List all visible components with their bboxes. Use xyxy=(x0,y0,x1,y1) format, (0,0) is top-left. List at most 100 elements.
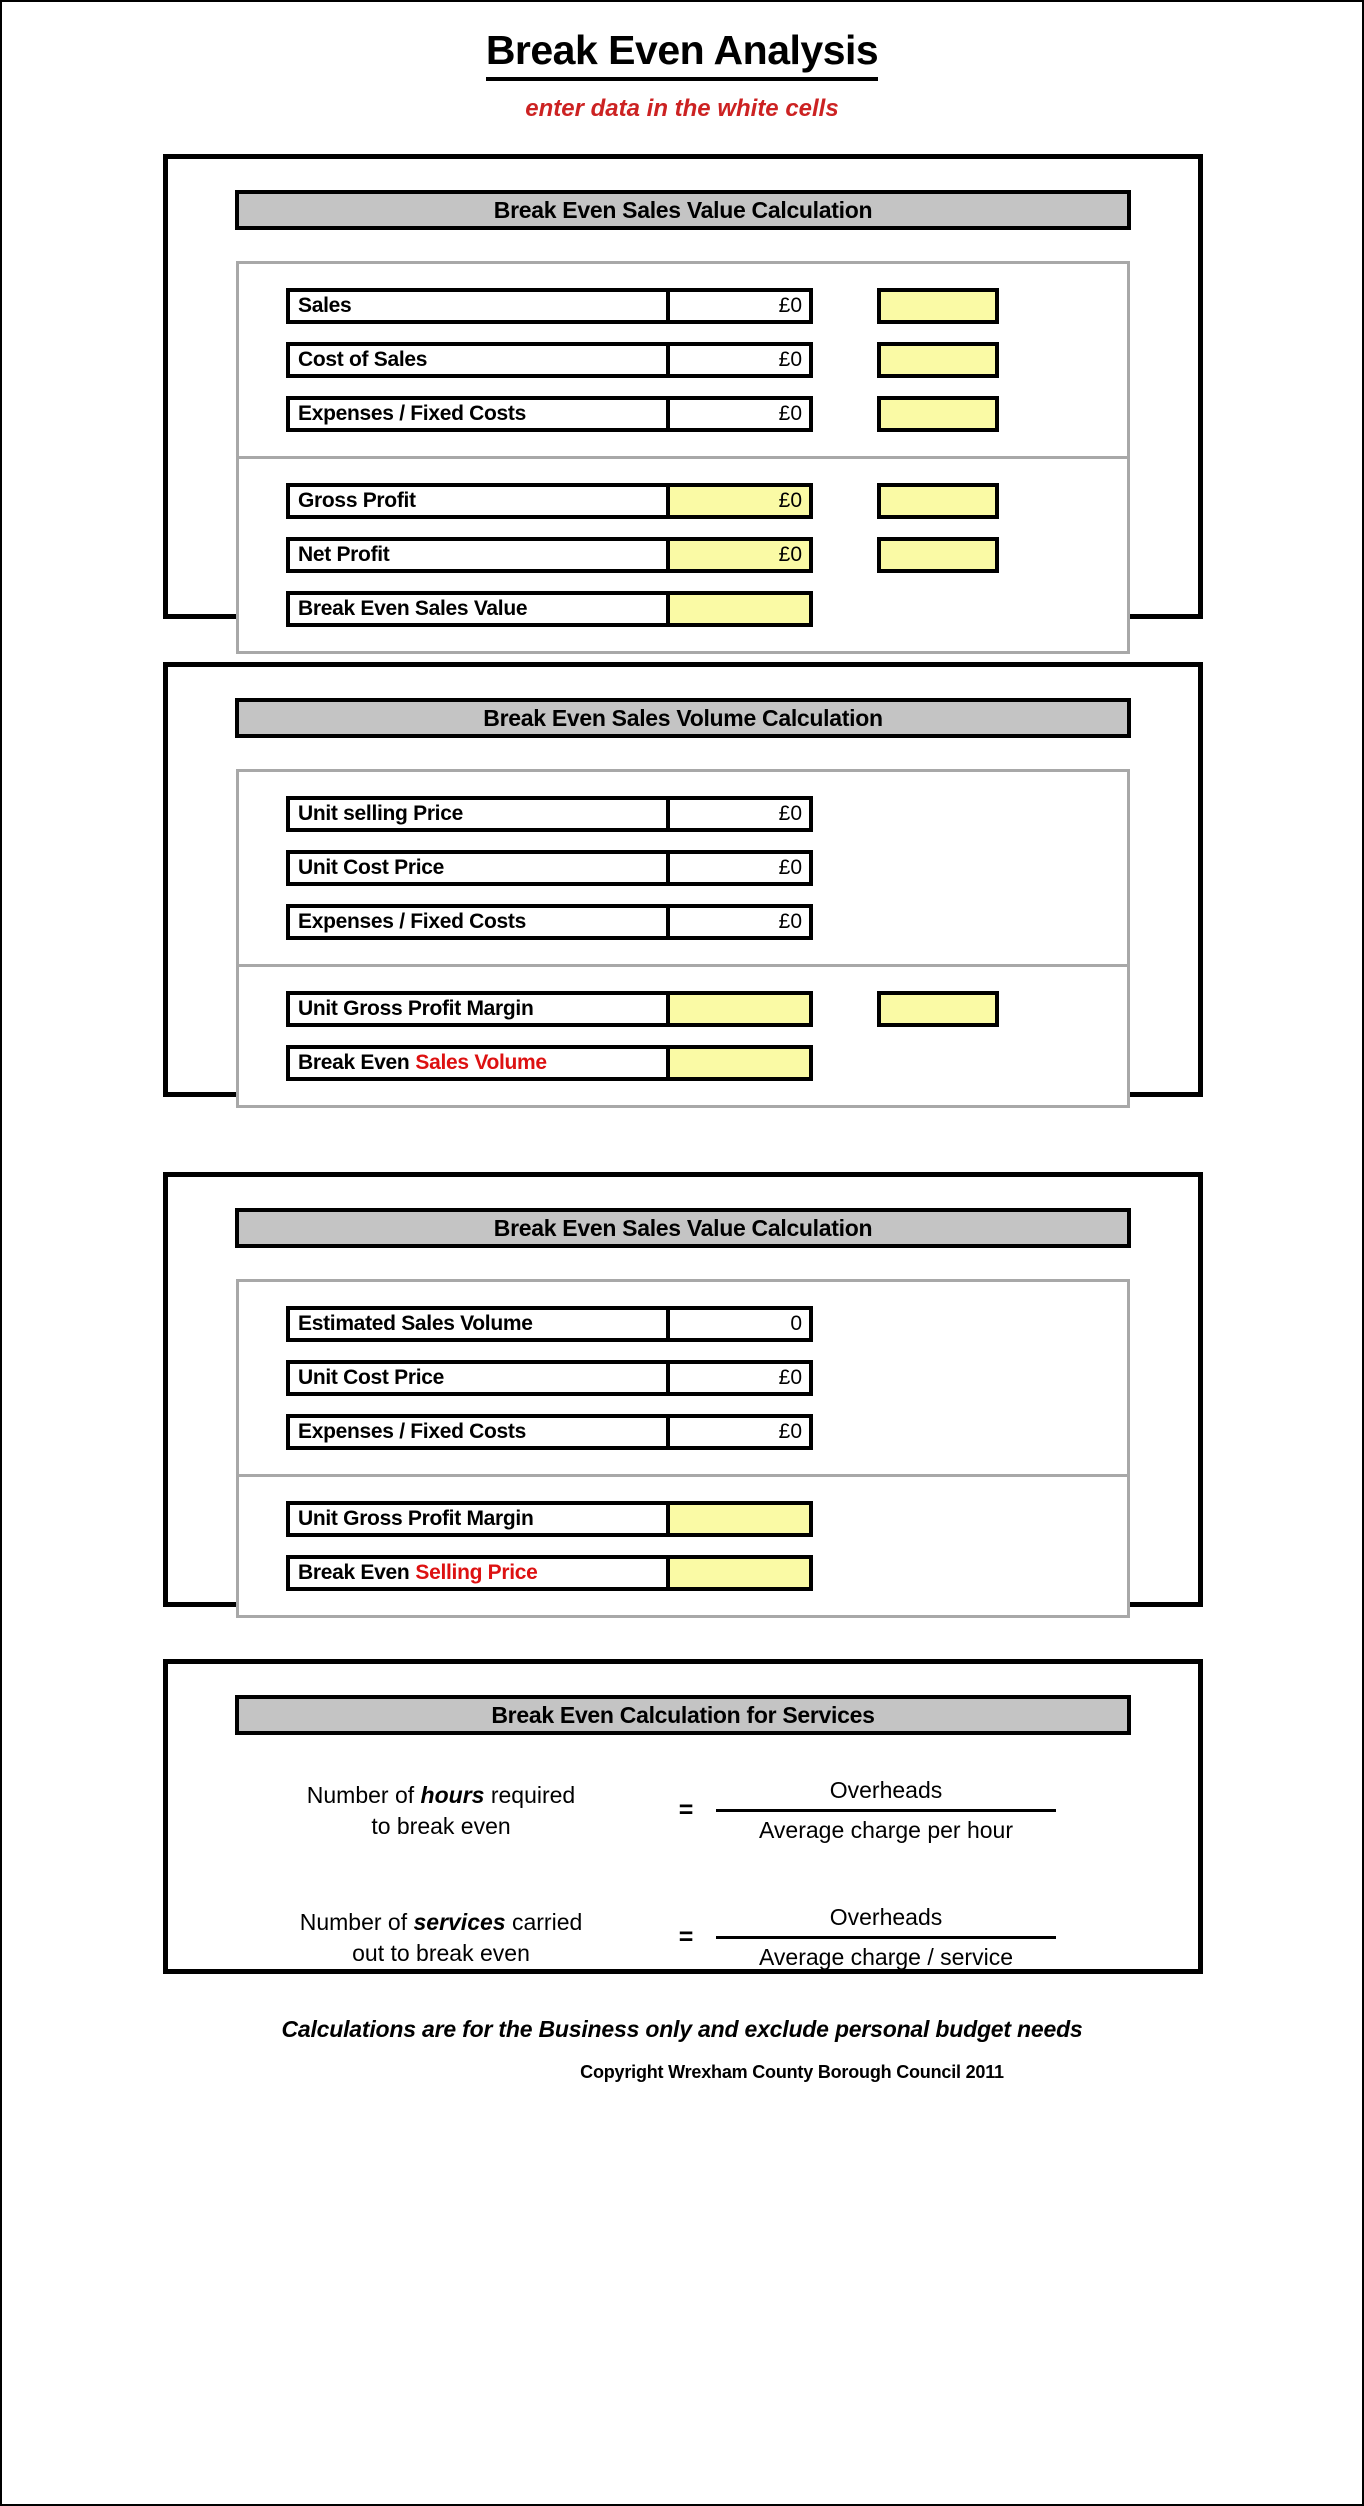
row-label: Unit Cost Price xyxy=(286,850,668,886)
row-label: Expenses / Fixed Costs xyxy=(286,396,668,432)
table-row: Break Even Sales Volume xyxy=(239,1045,1127,1081)
aside-input-box[interactable] xyxy=(877,342,999,378)
formula-fraction: Overheads Average charge per hour xyxy=(716,1775,1056,1846)
aside-spacer xyxy=(877,796,999,832)
formula-description: Number of hours required to break even xyxy=(226,1780,656,1842)
row-value-calculated: £0 xyxy=(668,483,813,519)
aside-input-box[interactable] xyxy=(877,483,999,519)
fraction-numerator: Overheads xyxy=(829,1904,943,1931)
row-value-input[interactable]: £0 xyxy=(668,796,813,832)
row-label: Gross Profit xyxy=(286,483,668,519)
row-value-input[interactable]: 0 xyxy=(668,1306,813,1342)
row-value-calculated xyxy=(668,1501,813,1537)
section-header: Break Even Sales Value Calculation xyxy=(235,1208,1131,1248)
row-value-input[interactable]: £0 xyxy=(668,1360,813,1396)
aside-spacer xyxy=(877,1306,999,1342)
row-value-calculated: £0 xyxy=(668,537,813,573)
row-label: Unit Cost Price xyxy=(286,1360,668,1396)
inner-panel: Estimated Sales Volume 0 Unit Cost Price… xyxy=(236,1279,1130,1618)
panel-group-results: Unit Gross Profit Margin Break Even Sale… xyxy=(239,964,1127,1105)
panel-group-results: Gross Profit £0 Net Profit £0 Break Even… xyxy=(239,456,1127,651)
aside-spacer xyxy=(877,1501,999,1537)
fraction-numerator: Overheads xyxy=(829,1777,943,1803)
break-even-analysis-page: Break Even Analysis enter data in the wh… xyxy=(0,0,1364,2506)
row-label: Unit Gross Profit Margin xyxy=(286,1501,668,1537)
table-row: Break Even Selling Price xyxy=(239,1555,1127,1591)
aside-input-box[interactable] xyxy=(877,288,999,324)
aside-spacer xyxy=(877,1360,999,1396)
row-value-input[interactable]: £0 xyxy=(668,288,813,324)
page-subtitle: enter data in the white cells xyxy=(525,95,839,122)
row-label-highlight: Sales Volume xyxy=(415,1051,547,1074)
row-label: Unit selling Price xyxy=(286,796,668,832)
table-row: Unit Cost Price £0 xyxy=(239,1360,1127,1396)
row-value-input[interactable]: £0 xyxy=(668,850,813,886)
section-break-even-services: Break Even Calculation for Services Numb… xyxy=(163,1659,1203,1974)
formula-text-line2: out to break even xyxy=(352,1939,530,1966)
row-label: Net Profit xyxy=(286,537,668,573)
aside-spacer xyxy=(877,1555,999,1591)
table-row: Unit Gross Profit Margin xyxy=(239,991,1127,1027)
panel-group-inputs: Estimated Sales Volume 0 Unit Cost Price… xyxy=(239,1282,1127,1474)
equals-sign: = xyxy=(678,1796,694,1825)
inner-panel: Sales £0 Cost of Sales £0 Expenses / Fix… xyxy=(236,261,1130,654)
row-label: Cost of Sales xyxy=(286,342,668,378)
footer-copyright: Copyright Wrexham County Borough Council… xyxy=(580,2062,1004,2082)
row-value-input[interactable]: £0 xyxy=(668,396,813,432)
table-row: Cost of Sales £0 xyxy=(239,342,1127,378)
inner-panel: Unit selling Price £0 Unit Cost Price £0… xyxy=(236,769,1130,1108)
section-break-even-selling-price: Break Even Sales Value Calculation Estim… xyxy=(163,1172,1203,1618)
row-label-text: Break Even xyxy=(298,1561,410,1584)
aside-spacer xyxy=(877,904,999,940)
row-label: Expenses / Fixed Costs xyxy=(286,904,668,940)
table-row: Gross Profit £0 xyxy=(239,483,1127,519)
formula-text-emphasis: hours xyxy=(420,1781,485,1808)
formula-text-pre: Number of xyxy=(306,1781,421,1808)
table-row: Sales £0 xyxy=(239,288,1127,324)
aside-input-box[interactable] xyxy=(877,537,999,573)
formula-text-post: required xyxy=(484,1781,576,1808)
table-row: Expenses / Fixed Costs £0 xyxy=(239,396,1127,432)
row-value-calculated xyxy=(668,991,813,1027)
fraction-denominator: Average charge / service xyxy=(716,1936,1056,1973)
formula-text-post: carried xyxy=(505,1908,583,1935)
formula-fraction: Overheads Average charge / service xyxy=(716,1902,1056,1973)
formula-description: Number of services carried out to break … xyxy=(226,1907,656,1969)
row-label: Unit Gross Profit Margin xyxy=(286,991,668,1027)
aside-spacer xyxy=(877,1414,999,1450)
fraction-denominator: Average charge per hour xyxy=(716,1809,1056,1846)
table-row: Unit selling Price £0 xyxy=(239,796,1127,832)
formula-services: Number of services carried out to break … xyxy=(168,1902,1198,1973)
row-label: Expenses / Fixed Costs xyxy=(286,1414,668,1450)
page-title: Break Even Analysis xyxy=(2,2,1362,81)
formula-text-pre: Number of xyxy=(299,1908,414,1935)
section-header: Break Even Sales Value Calculation xyxy=(235,190,1131,230)
section-break-even-sales-value: Break Even Sales Value Calculation Sales… xyxy=(163,154,1203,654)
footer-note: Calculations are for the Business only a… xyxy=(281,2016,1083,2042)
aside-spacer xyxy=(877,1045,999,1081)
row-label: Break Even Selling Price xyxy=(286,1555,668,1591)
panel-group-inputs: Unit selling Price £0 Unit Cost Price £0… xyxy=(239,772,1127,964)
aside-input-box[interactable] xyxy=(877,991,999,1027)
formula-text-emphasis: services xyxy=(413,1908,506,1935)
row-value-input[interactable]: £0 xyxy=(668,904,813,940)
row-label: Sales xyxy=(286,288,668,324)
aside-input-box[interactable] xyxy=(877,396,999,432)
row-label: Break Even Sales Volume xyxy=(286,1045,668,1081)
table-row: Net Profit £0 xyxy=(239,537,1127,573)
row-value-input[interactable]: £0 xyxy=(668,1414,813,1450)
table-row: Expenses / Fixed Costs £0 xyxy=(239,1414,1127,1450)
row-label-text: Break Even xyxy=(298,1051,410,1074)
row-label: Estimated Sales Volume xyxy=(286,1306,668,1342)
formula-hours: Number of hours required to break even =… xyxy=(168,1775,1198,1846)
panel-group-inputs: Sales £0 Cost of Sales £0 Expenses / Fix… xyxy=(239,264,1127,456)
section-header: Break Even Calculation for Services xyxy=(235,1695,1131,1735)
section-header: Break Even Sales Volume Calculation xyxy=(235,698,1131,738)
aside-spacer xyxy=(877,591,999,627)
table-row: Unit Gross Profit Margin xyxy=(239,1501,1127,1537)
aside-spacer xyxy=(877,850,999,886)
row-label: Break Even Sales Value xyxy=(286,591,668,627)
row-value-input[interactable]: £0 xyxy=(668,342,813,378)
section-break-even-sales-volume: Break Even Sales Volume Calculation Unit… xyxy=(163,662,1203,1108)
row-label-highlight: Selling Price xyxy=(415,1561,538,1584)
